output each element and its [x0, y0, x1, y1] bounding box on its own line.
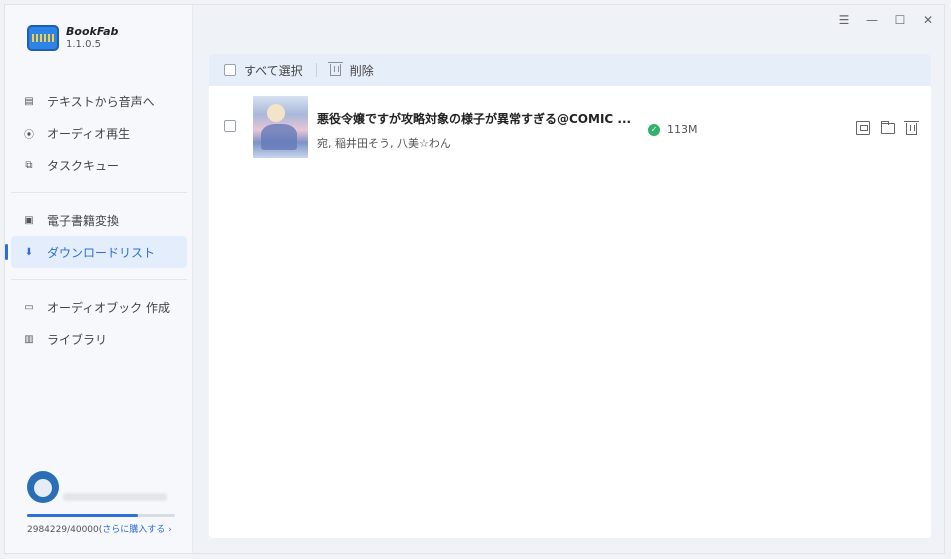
user-name-blurred [63, 493, 167, 501]
list-item: 悪役令嬢ですが攻略対象の様子が異常すぎる@COMIC ... 宛, 稲井田そう,… [209, 86, 931, 166]
sidebar-item-task-queue[interactable]: ⧉ タスクキュー [11, 149, 187, 181]
file-size: 113M [667, 123, 698, 136]
sidebar: BookFab 1.1.0.5 ▤ テキストから音声へ ⦿ オーディオ再生 ⧉ … [5, 5, 193, 553]
sidebar-item-library[interactable]: ▥ ライブラリ [11, 323, 187, 355]
sidebar-item-label: テキストから音声へ [47, 94, 155, 109]
brand: BookFab 1.1.0.5 [27, 25, 118, 51]
sidebar-divider [11, 279, 187, 280]
sidebar-divider [11, 192, 187, 193]
select-all-checkbox[interactable] [224, 64, 236, 76]
title-bar: ☰ — ☐ ✕ [193, 5, 944, 39]
book-cover [253, 96, 308, 158]
quota-progress-bar [27, 514, 175, 517]
sidebar-item-label: オーディオブック 作成 [47, 300, 170, 315]
list-toolbar: すべて選択 削除 [209, 54, 931, 86]
minimize-icon[interactable]: — [864, 11, 880, 29]
row-actions [856, 121, 919, 135]
check-circle-icon: ✓ [648, 123, 660, 136]
book-title: 悪役令嬢ですが攻略対象の様子が異常すぎる@COMIC ... [317, 112, 632, 126]
buy-more-link[interactable]: さらに購入する › [102, 525, 171, 535]
sidebar-item-ebook-convert[interactable]: ▣ 電子書籍変換 [11, 204, 187, 236]
download-icon: ⬇ [24, 246, 34, 258]
sidebar-nav: ▤ テキストから音声へ ⦿ オーディオ再生 ⧉ タスクキュー ▣ 電子書籍変換 … [5, 85, 187, 355]
sidebar-item-download-list[interactable]: ⬇ ダウンロードリスト [5, 236, 187, 268]
play-circle-icon: ⦿ [24, 129, 34, 141]
sidebar-item-audio-play[interactable]: ⦿ オーディオ再生 [11, 117, 187, 149]
ebook-icon: ▣ [24, 214, 34, 226]
trash-icon[interactable] [904, 121, 919, 135]
app-name: BookFab [66, 24, 119, 38]
app-window: BookFab 1.1.0.5 ▤ テキストから音声へ ⦿ オーディオ再生 ⧉ … [4, 4, 945, 554]
sidebar-item-label: タスクキュー [47, 158, 120, 173]
select-all-label[interactable]: すべて選択 [244, 62, 303, 79]
row-checkbox[interactable] [224, 120, 236, 132]
sidebar-item-label: ダウンロードリスト [47, 245, 156, 260]
quota-progress-fill [27, 514, 138, 517]
trash-icon[interactable] [327, 62, 343, 76]
quota-text: 2984229/40000(さらに購入する › [27, 522, 172, 535]
sidebar-item-label: ライブラリ [47, 332, 108, 347]
audiobook-icon: ▭ [24, 301, 34, 313]
sidebar-item-label: 電子書籍変換 [47, 213, 120, 228]
library-icon: ▥ [24, 333, 34, 345]
sidebar-item-text-to-speech[interactable]: ▤ テキストから音声へ [11, 85, 187, 117]
download-list-panel: すべて選択 削除 悪役令嬢ですが攻略対象の様子が異常すぎる@COMIC ... … [209, 54, 931, 538]
close-icon[interactable]: ✕ [920, 11, 936, 29]
download-status: ✓ 113M [648, 123, 698, 136]
sidebar-item-audiobook-create[interactable]: ▭ オーディオブック 作成 [11, 291, 187, 323]
queue-icon: ⧉ [25, 159, 33, 171]
sidebar-item-label: オーディオ再生 [47, 126, 131, 141]
read-book-icon[interactable] [856, 121, 870, 135]
app-version: 1.1.0.5 [66, 38, 101, 50]
document-icon: ▤ [24, 95, 34, 107]
maximize-icon[interactable]: ☐ [892, 11, 908, 29]
menu-icon[interactable]: ☰ [836, 11, 852, 29]
toolbar-divider [315, 63, 317, 77]
book-author: 宛, 稲井田そう, 八美☆わん [317, 137, 451, 150]
bookfab-logo-icon [27, 25, 59, 51]
user-panel: 2984229/40000(さらに購入する › [27, 471, 177, 535]
avatar[interactable] [27, 471, 59, 503]
quota-count: 2984229/40000( [27, 525, 103, 535]
folder-icon[interactable] [881, 121, 895, 134]
delete-button[interactable]: 削除 [350, 62, 374, 79]
